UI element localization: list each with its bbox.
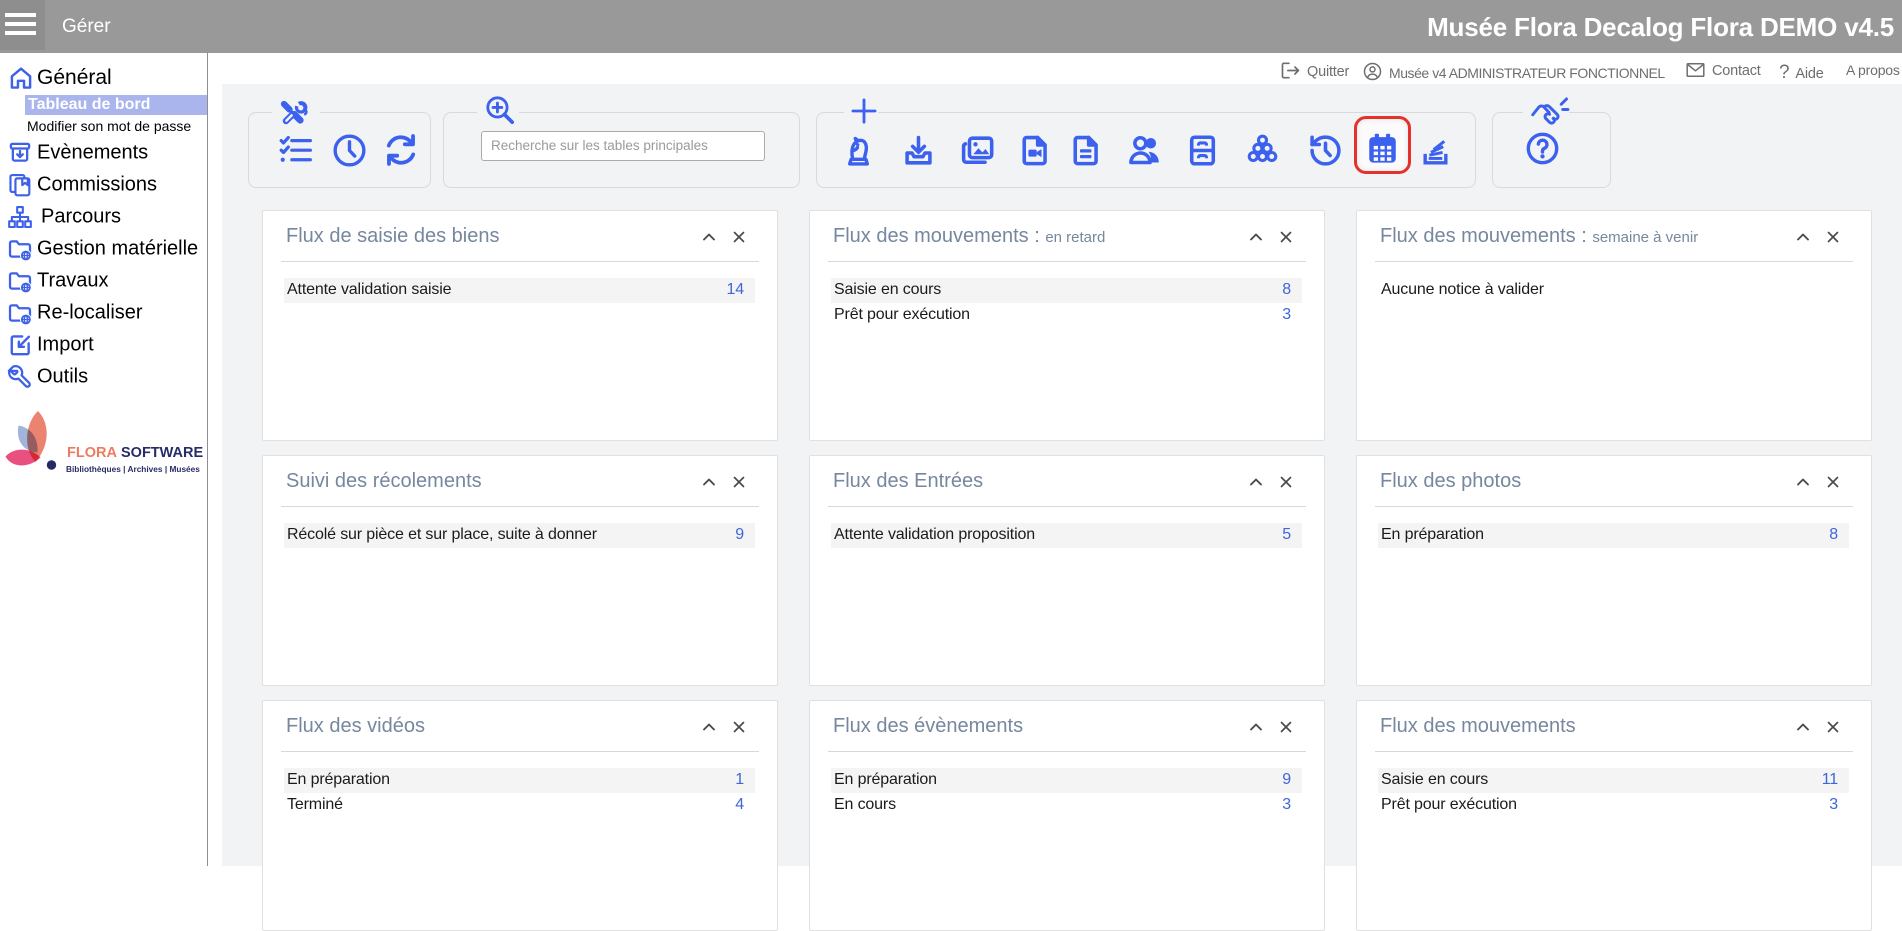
svg-text:SOFTWARE: SOFTWARE — [121, 445, 203, 461]
svg-text:FLORA: FLORA — [67, 445, 117, 461]
svg-text:Bibliothèques | Archives | Mus: Bibliothèques | Archives | Musées — [66, 464, 200, 474]
